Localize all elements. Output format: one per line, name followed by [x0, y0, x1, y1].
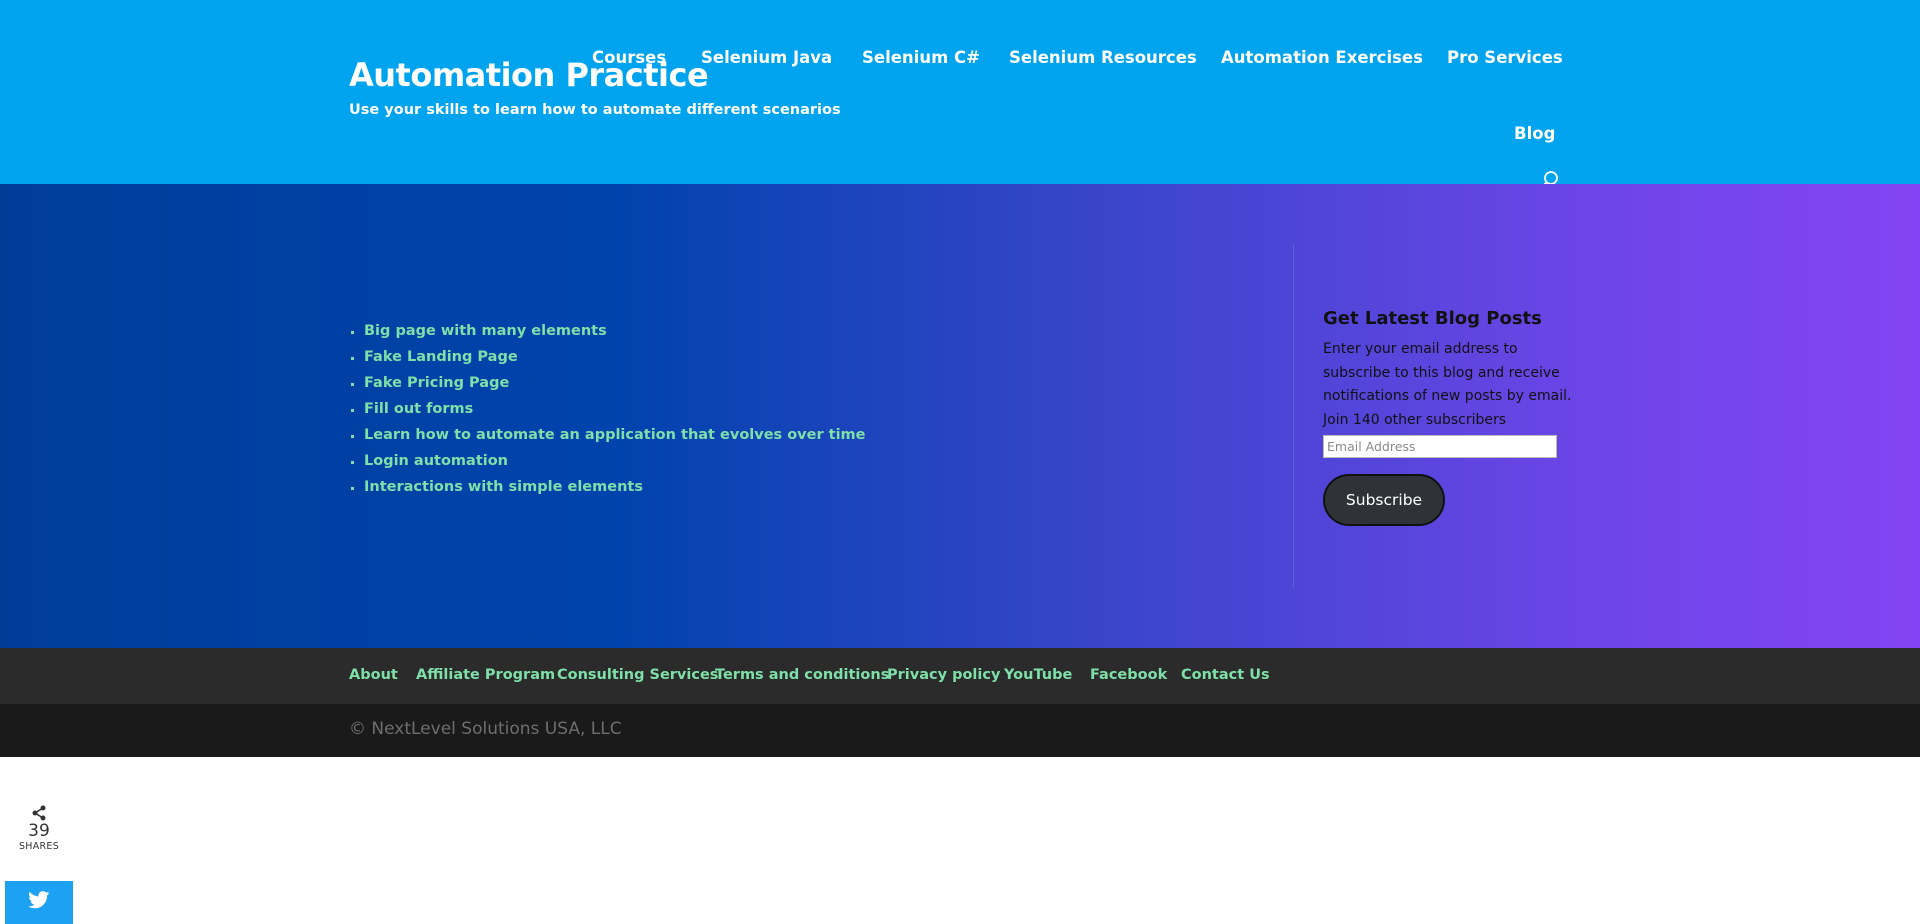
footer-link-terms[interactable]: Terms and conditions [715, 667, 889, 683]
nav-item-blog[interactable]: Blog [1514, 124, 1555, 143]
footer-link-youtube[interactable]: YouTube [1004, 667, 1072, 683]
footer-link-about[interactable]: About [349, 667, 398, 683]
sidebar-divider [1293, 244, 1294, 589]
footer-link-privacy[interactable]: Privacy policy [887, 667, 1000, 683]
subscribe-button[interactable]: Subscribe [1323, 474, 1445, 526]
twitter-icon [28, 891, 50, 914]
copyright-text: © NextLevel Solutions USA, LLC [349, 719, 622, 739]
footer-link-facebook[interactable]: Facebook [1090, 667, 1167, 683]
subscriber-count: Join 140 other subscribers [1323, 411, 1507, 428]
widget-description: Enter your email address to subscribe to… [1323, 341, 1572, 404]
link-fake-landing-page[interactable]: Fake Landing Page [364, 349, 518, 365]
link-simple-elements[interactable]: Interactions with simple elements [364, 479, 643, 495]
footer-link-affiliate[interactable]: Affiliate Program [416, 667, 555, 683]
footer-link-contact[interactable]: Contact Us [1181, 667, 1270, 683]
footer-menu: About Affiliate Program Consulting Servi… [0, 648, 1920, 704]
link-fill-out-forms[interactable]: Fill out forms [364, 401, 473, 417]
list-item: Learn how to automate an application tha… [364, 422, 866, 448]
widget-description-block: Enter your email address to subscribe to… [1323, 338, 1573, 432]
list-item: Fake Landing Page [364, 344, 866, 370]
link-login-automation[interactable]: Login automation [364, 453, 508, 469]
list-item: Interactions with simple elements [364, 474, 866, 500]
list-item: Big page with many elements [364, 318, 866, 344]
email-field[interactable] [1323, 435, 1557, 458]
widget-title: Get Latest Blog Posts [1323, 308, 1542, 329]
twitter-share-button[interactable] [5, 881, 73, 924]
site-tagline: Use your skills to learn how to automate… [349, 102, 841, 118]
link-big-page[interactable]: Big page with many elements [364, 323, 607, 339]
nav-item-courses[interactable]: Courses [592, 48, 666, 67]
footer-bottom: © NextLevel Solutions USA, LLC [0, 704, 1920, 757]
nav-item-selenium-resources[interactable]: Selenium Resources [1009, 48, 1197, 67]
nav-item-pro-services[interactable]: Pro Services [1447, 48, 1563, 67]
link-evolving-app[interactable]: Learn how to automate an application tha… [364, 427, 866, 443]
nav-item-automation-exercises[interactable]: Automation Exercises [1221, 48, 1423, 67]
footer-link-consulting[interactable]: Consulting Services [557, 667, 718, 683]
share-label: SHARES [18, 841, 60, 852]
list-item: Fake Pricing Page [364, 370, 866, 396]
list-item: Login automation [364, 448, 866, 474]
link-fake-pricing-page[interactable]: Fake Pricing Page [364, 375, 509, 391]
exercise-links-list: Big page with many elements Fake Landing… [346, 318, 866, 500]
list-item: Fill out forms [364, 396, 866, 422]
share-counter: 39 SHARES [14, 805, 64, 852]
nav-item-selenium-csharp[interactable]: Selenium C# [862, 48, 980, 67]
site-header: Automation Practice Use your skills to l… [0, 0, 1920, 189]
main-content: Big page with many elements Fake Landing… [0, 184, 1920, 648]
share-count: 39 [28, 821, 50, 841]
share-icon [31, 805, 47, 821]
nav-item-selenium-java[interactable]: Selenium Java [701, 48, 832, 67]
